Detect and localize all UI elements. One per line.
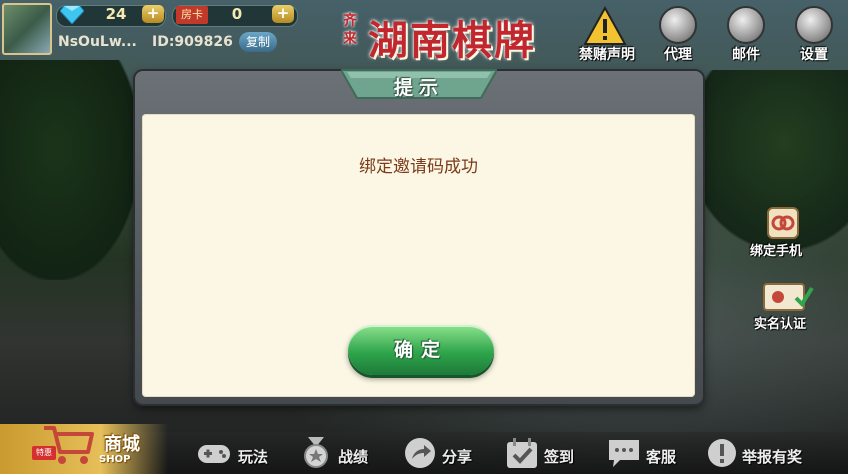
shopping-cart-icon[interactable] — [40, 420, 96, 468]
report-reward-label[interactable]: 举报有奖 — [742, 446, 802, 467]
game-logo: 湖南棋牌 — [368, 17, 536, 64]
agent-label: 代理 — [664, 47, 692, 63]
player-nickname: NsOuLw... — [58, 34, 137, 50]
bind-phone-label[interactable]: 绑定手机 — [750, 240, 802, 259]
rules-label[interactable]: 玩法 — [238, 446, 268, 467]
dialog-title: 提示 — [393, 77, 444, 99]
avatar[interactable] — [2, 3, 52, 55]
notice-dialog: 提示 绑定邀请码成功 确定 — [135, 68, 703, 404]
support-label[interactable]: 客服 — [646, 446, 676, 467]
mail-icon[interactable] — [727, 6, 771, 46]
phone-link-icon[interactable] — [764, 206, 802, 240]
share-icon[interactable] — [402, 437, 438, 469]
shop-label[interactable]: 商城 — [104, 430, 140, 456]
copy-id-button[interactable]: 复制 — [239, 32, 277, 52]
room-card-icon: 房卡 — [176, 6, 208, 24]
warning-icon[interactable] — [583, 6, 627, 46]
real-name-label[interactable]: 实名认证 — [754, 313, 806, 332]
add-room-card-button[interactable]: + — [272, 5, 294, 23]
alert-circle-icon[interactable] — [704, 437, 740, 469]
room-card-count: 0 — [231, 5, 243, 23]
player-id: ID:909826 — [152, 34, 233, 50]
chat-bubble-icon[interactable] — [606, 437, 642, 469]
calendar-check-icon[interactable] — [504, 437, 540, 469]
medal-icon[interactable] — [298, 437, 334, 469]
mail-label: 邮件 — [732, 47, 760, 63]
shop-sub-label: SHOP — [99, 454, 131, 465]
logo-subtitle: 齐来 — [343, 13, 357, 47]
settings-label: 设置 — [800, 47, 828, 63]
confirm-button[interactable]: 确定 — [348, 325, 494, 375]
dialog-title-wrap: 提示 — [341, 68, 497, 100]
dialog-message: 绑定邀请码成功 — [359, 157, 478, 177]
share-label[interactable]: 分享 — [442, 446, 472, 467]
id-card-icon[interactable] — [762, 280, 814, 312]
diamond-icon — [60, 5, 84, 24]
shop-hot-tag: 特惠 — [32, 446, 56, 460]
agent-icon[interactable] — [659, 6, 703, 46]
diamond-count: 24 — [105, 5, 127, 23]
records-label[interactable]: 战绩 — [338, 446, 368, 467]
checkin-label[interactable]: 签到 — [544, 446, 574, 467]
dialog-body: 绑定邀请码成功 确定 — [142, 114, 695, 397]
gamepad-icon[interactable] — [196, 437, 232, 469]
add-diamond-button[interactable]: + — [142, 5, 164, 23]
gear-icon[interactable] — [795, 6, 839, 46]
anti-gambling-label: 禁赌声明 — [579, 47, 635, 63]
